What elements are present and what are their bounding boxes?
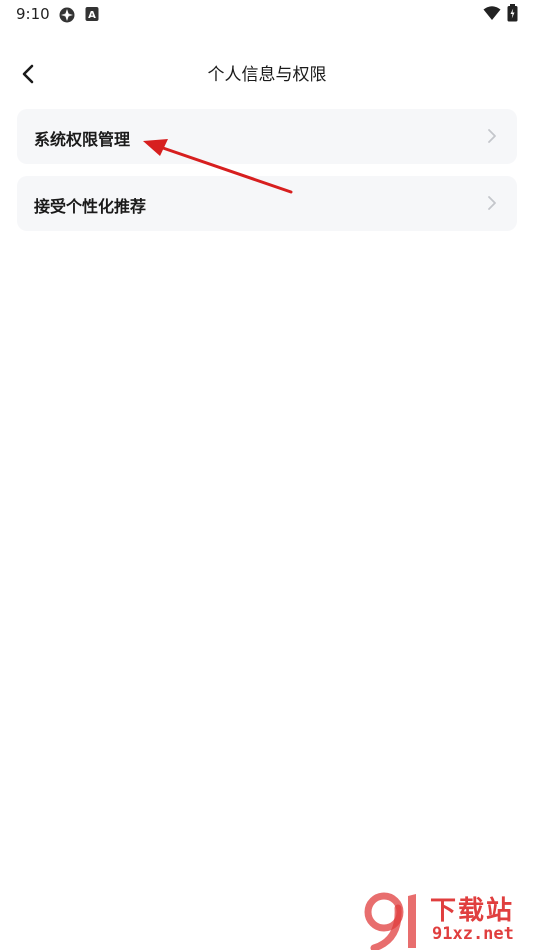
page-title: 个人信息与权限 — [207, 65, 327, 85]
chevron-right-icon — [487, 128, 497, 148]
status-bar: 9:10 A — [0, 0, 534, 30]
menu-item-system-permissions[interactable]: 系统权限管理 — [17, 109, 517, 164]
wifi-icon — [483, 5, 501, 25]
header-bar: 个人信息与权限 — [0, 50, 534, 96]
app-notification-icon — [58, 6, 76, 28]
menu-item-label: 接受个性化推荐 — [34, 197, 147, 216]
chevron-right-icon — [487, 195, 497, 215]
svg-text:A: A — [88, 10, 96, 21]
menu-item-label: 系统权限管理 — [34, 130, 131, 149]
status-time: 9:10 — [16, 5, 50, 23]
watermark-site: 91xz.net — [432, 924, 514, 944]
watermark-logo-icon — [364, 892, 416, 950]
watermark: 下载站 91xz.net — [362, 890, 534, 950]
keyboard-a-icon: A — [85, 6, 99, 26]
battery-icon — [507, 4, 518, 26]
menu-item-personalized-recommendations[interactable]: 接受个性化推荐 — [17, 176, 517, 231]
watermark-brand: 下载站 — [430, 896, 515, 926]
